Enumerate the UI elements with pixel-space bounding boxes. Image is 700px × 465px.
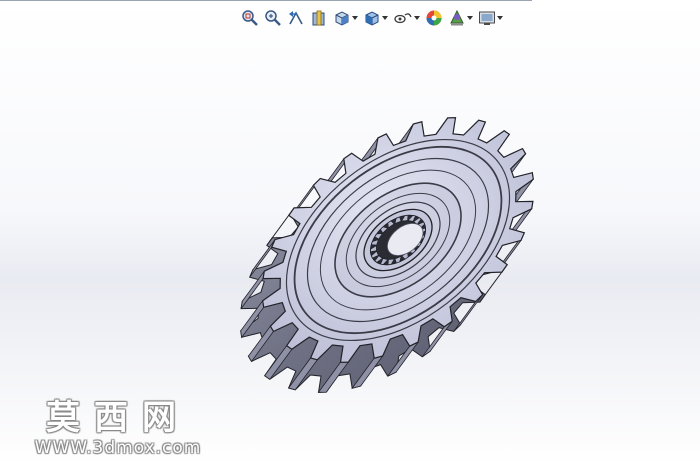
zoom-to-fit-icon (242, 10, 258, 26)
view-orientation-button[interactable] (332, 8, 359, 28)
section-view-icon (312, 10, 325, 26)
apply-scene-button[interactable] (447, 8, 474, 28)
hide-show-items-icon (394, 13, 412, 24)
watermark: 莫西网 WWW.3dmox.com (18, 398, 218, 459)
view-orientation-icon (335, 11, 349, 26)
heads-up-view-toolbar (240, 7, 504, 29)
chevron-down-icon (351, 16, 358, 20)
display-style-button[interactable] (362, 8, 389, 28)
zoom-to-fit-button[interactable] (240, 8, 260, 28)
hide-show-items-menu-arrow[interactable] (413, 8, 420, 28)
view-settings-icon (479, 11, 495, 25)
chevron-down-icon (496, 16, 503, 20)
edit-appearance-button[interactable] (424, 8, 444, 28)
apply-scene-icon (450, 9, 464, 26)
apply-scene-menu-arrow[interactable] (466, 8, 473, 28)
view-settings-menu-arrow[interactable] (496, 8, 503, 28)
section-view-button[interactable] (309, 8, 329, 28)
edit-appearance-icon (426, 10, 442, 26)
view-settings-button[interactable] (477, 8, 504, 28)
chevron-down-icon (413, 16, 420, 20)
zoom-to-area-button[interactable] (263, 8, 283, 28)
window-top-border (0, 0, 532, 1)
zoom-to-area-icon (265, 10, 281, 26)
display-style-menu-arrow[interactable] (381, 8, 388, 28)
watermark-url: WWW.3dmox.com (34, 438, 202, 458)
display-style-icon (365, 11, 379, 26)
view-orientation-menu-arrow[interactable] (351, 8, 358, 28)
previous-view-icon (289, 11, 303, 25)
watermark-title: 莫西网 (46, 398, 190, 438)
previous-view-button[interactable] (286, 8, 306, 28)
hide-show-items-button[interactable] (392, 8, 421, 28)
chevron-down-icon (381, 16, 388, 20)
chevron-down-icon (466, 16, 473, 20)
